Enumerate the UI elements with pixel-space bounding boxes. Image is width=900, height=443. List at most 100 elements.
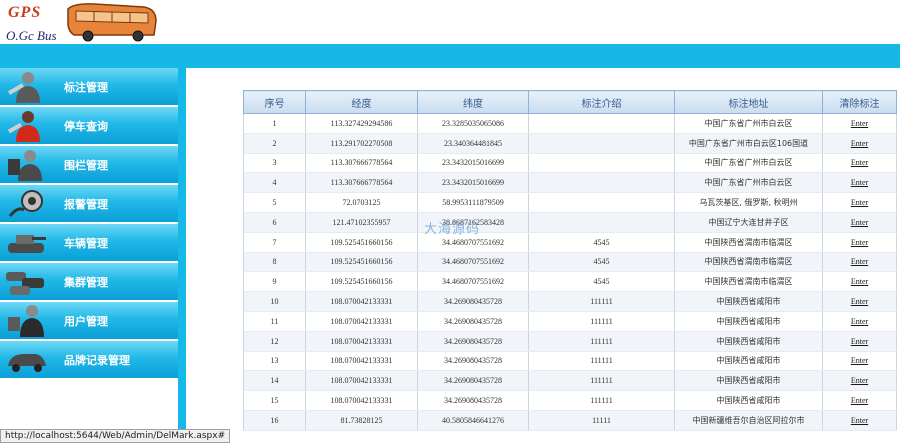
cell-address: 中国陕西省咸阳市: [674, 331, 823, 352]
enter-link[interactable]: Enter: [851, 376, 868, 385]
cell-description: 111111: [528, 291, 675, 312]
cell-longitude: 109.525451660156: [305, 232, 418, 253]
cell-clear: Enter: [822, 271, 897, 293]
cell-longitude: 109.525451660156: [305, 271, 418, 293]
enter-link[interactable]: Enter: [851, 317, 868, 326]
logo[interactable]: GPS O.Gc Bus: [0, 0, 165, 44]
cell-clear: Enter: [822, 133, 897, 154]
sidebar: 标注管理 停车查询 围栏管理 报警管理 车辆管理 集群管理 用户管理 品牌记录管…: [0, 68, 186, 441]
enter-link[interactable]: Enter: [851, 337, 868, 346]
sidebar-item-cluster-management[interactable]: 集群管理: [0, 263, 178, 302]
cell-index: 4: [243, 172, 306, 194]
sidebar-item-parking-query[interactable]: 停车查询: [0, 107, 178, 146]
cell-address: 中国广东省广州市白云区: [674, 113, 823, 134]
column-header-index[interactable]: 序号: [243, 90, 306, 114]
cell-description: [528, 172, 675, 194]
cell-clear: Enter: [822, 410, 897, 431]
sidebar-item-mark-management[interactable]: 标注管理: [0, 68, 178, 107]
table-row: 2 113.291702270508 23.340364481845 中国广东省广州市…: [243, 133, 897, 154]
cell-address: 中国陕西省咸阳市: [674, 311, 823, 332]
cell-clear: Enter: [822, 331, 897, 352]
enter-link[interactable]: Enter: [851, 356, 868, 365]
cell-address: 中国陕西省渭南市临渭区: [674, 252, 823, 273]
mark-table: 序号 经度 纬度 标注介绍 标注地址 清除标注 1 113.32742929458…: [243, 90, 897, 431]
enter-link[interactable]: Enter: [851, 416, 868, 425]
cell-latitude: 23.3432015016699: [417, 153, 529, 174]
user-wrench-icon: [8, 72, 40, 103]
table-row: 1 113.327429294586 23.3285035065086 中国广东省广州…: [243, 113, 897, 134]
cell-longitude: 108.070042133331: [305, 390, 418, 411]
column-header-clear[interactable]: 清除标注: [822, 90, 897, 114]
table-row: 10 108.070042133331 34.269080435728 111111 中…: [243, 291, 897, 312]
cell-latitude: 34.269080435728: [417, 370, 529, 392]
cell-longitude: 108.070042133331: [305, 351, 418, 372]
cell-clear: Enter: [822, 370, 897, 392]
cell-clear: Enter: [822, 311, 897, 332]
column-header-longitude[interactable]: 经度: [305, 90, 418, 114]
table-row: 15 108.070042133331 34.269080435728 111111 中…: [243, 390, 897, 411]
enter-link[interactable]: Enter: [851, 238, 868, 247]
cell-latitude: 34.269080435728: [417, 351, 529, 372]
cell-clear: Enter: [822, 291, 897, 312]
enter-link[interactable]: Enter: [851, 257, 868, 266]
cell-description: 111111: [528, 351, 675, 372]
cell-description: 4545: [528, 271, 675, 293]
sidebar-item-alarm-management[interactable]: 报警管理: [0, 185, 178, 224]
cell-longitude: 72.0703125: [305, 192, 418, 213]
cell-description: [528, 113, 675, 134]
cell-address: 中国新疆维吾尔自治区阿拉尔市: [674, 410, 823, 431]
user-red-icon: [7, 111, 40, 142]
sidebar-item-label: 集群管理: [64, 276, 108, 289]
cell-address: 中国陕西省渭南市临渭区: [674, 232, 823, 253]
enter-link[interactable]: Enter: [851, 198, 868, 207]
sidebar-item-label: 围栏管理: [64, 159, 108, 172]
bus-icon: [67, 3, 157, 42]
cell-latitude: 34.269080435728: [417, 390, 529, 411]
enter-link[interactable]: Enter: [851, 158, 868, 167]
cell-longitude: 113.307666778564: [305, 172, 418, 194]
top-banner-bar: [0, 44, 900, 68]
table-row: 4 113.307666778564 23.3432015016699 中国广东省广州…: [243, 172, 897, 194]
enter-link[interactable]: Enter: [851, 277, 868, 286]
enter-link[interactable]: Enter: [851, 218, 868, 227]
sidebar-item-label: 报警管理: [64, 198, 108, 211]
enter-link[interactable]: Enter: [851, 297, 868, 306]
cell-index: 9: [243, 271, 306, 293]
cell-latitude: 40.5805846641276: [417, 410, 529, 431]
enter-link[interactable]: Enter: [851, 139, 868, 148]
cell-latitude: 34.269080435728: [417, 331, 529, 352]
cell-longitude: 109.525451660156: [305, 252, 418, 273]
sidebar-item-fence-management[interactable]: 围栏管理: [0, 146, 178, 185]
sidebar-item-user-management[interactable]: 用户管理: [0, 302, 178, 341]
cell-clear: Enter: [822, 232, 897, 253]
cell-index: 13: [243, 351, 306, 372]
column-header-address[interactable]: 标注地址: [674, 90, 823, 114]
cell-description: 111111: [528, 390, 675, 411]
table-row: 3 113.307666778564 23.3432015016699 中国广东省广州…: [243, 153, 897, 174]
cell-index: 1: [243, 113, 306, 134]
cell-index: 6: [243, 212, 306, 233]
cell-clear: Enter: [822, 153, 897, 174]
table-header-row: 序号 经度 纬度 标注介绍 标注地址 清除标注: [243, 90, 897, 114]
sidebar-item-label: 用户管理: [64, 315, 108, 328]
sidebar-item-vehicle-management[interactable]: 车辆管理: [0, 224, 178, 263]
column-header-description[interactable]: 标注介绍: [528, 90, 675, 114]
enter-link[interactable]: Enter: [851, 119, 868, 128]
table-row: 12 108.070042133331 34.269080435728 111111 中…: [243, 331, 897, 352]
cell-latitude: 34.269080435728: [417, 291, 529, 312]
table-row: 9 109.525451660156 34.4680707551692 4545 中国陕…: [243, 271, 897, 293]
enter-link[interactable]: Enter: [851, 396, 868, 405]
sidebar-item-brand-record-management[interactable]: 品牌记录管理: [0, 341, 178, 380]
cell-latitude: 34.269080435728: [417, 311, 529, 332]
table-row: 6 121.47102355957 38.8687162583428 中国辽宁大连甘井…: [243, 212, 897, 233]
cell-longitude: 121.47102355957: [305, 212, 418, 233]
table-row: 13 108.070042133331 34.269080435728 111111 中…: [243, 351, 897, 372]
cell-longitude: 108.070042133331: [305, 311, 418, 332]
cell-index: 12: [243, 331, 306, 352]
enter-link[interactable]: Enter: [851, 178, 868, 187]
watermark: 大海源码: [424, 222, 481, 237]
cell-description: 111111: [528, 311, 675, 332]
column-header-latitude[interactable]: 纬度: [417, 90, 529, 114]
cell-clear: Enter: [822, 192, 897, 213]
cell-index: 10: [243, 291, 306, 312]
